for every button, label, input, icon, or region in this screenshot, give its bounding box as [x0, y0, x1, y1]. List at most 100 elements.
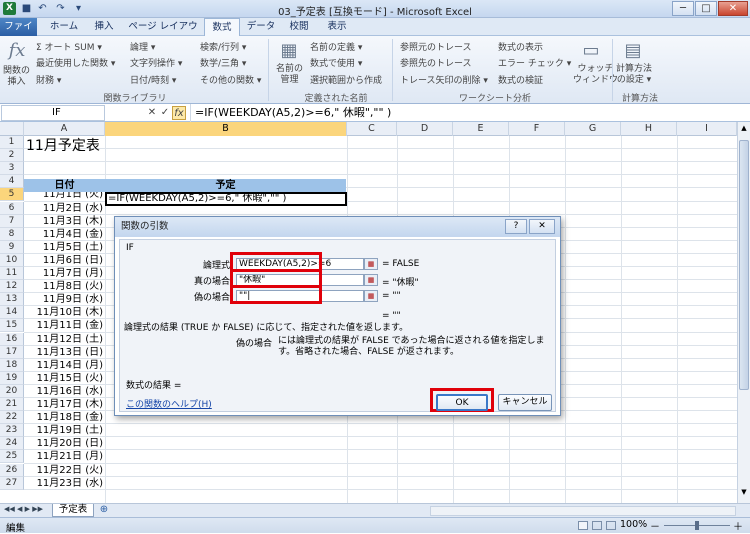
tab-data[interactable]: データ [243, 18, 279, 36]
create-from-selection-button[interactable]: 選択範囲から作成 [310, 73, 382, 86]
zoom-slider-thumb[interactable] [695, 521, 699, 530]
scrollbar-thumb[interactable] [739, 140, 749, 390]
logical-button[interactable]: 論理 ▾ [130, 40, 155, 53]
date-cell[interactable]: 11月19日 (土) [24, 424, 105, 437]
define-name-button[interactable]: 名前の定義 ▾ [310, 40, 362, 53]
tab-page-layout[interactable]: ページ レイアウト [124, 18, 202, 50]
active-cell-b5[interactable]: =IF(WEEKDAY(A5,2)>=6," 休暇","" ) [105, 192, 347, 206]
zoom-out-button[interactable]: － [650, 518, 660, 533]
row-header[interactable]: 14 [0, 306, 24, 320]
row-header[interactable]: 1 [0, 136, 24, 150]
row-header[interactable]: 24 [0, 437, 24, 451]
date-cell[interactable]: 11月17日 (木) [24, 398, 105, 411]
zoom-in-button[interactable]: ＋ [733, 518, 743, 533]
help-link[interactable]: この関数のヘルプ(H) [126, 397, 212, 410]
row-header[interactable]: 22 [0, 411, 24, 425]
date-cell[interactable]: 11月22日 (火) [24, 464, 105, 477]
collapse-dialog-icon[interactable]: ▦ [364, 258, 378, 270]
date-cell[interactable]: 11月21日 (月) [24, 450, 105, 463]
dialog-help-button[interactable]: ? [505, 219, 527, 234]
row-header[interactable]: 13 [0, 293, 24, 307]
header-date[interactable]: 日付 [24, 179, 105, 192]
zoom-level[interactable]: 100% [620, 519, 647, 530]
date-cell[interactable]: 11月9日 (水) [24, 293, 105, 306]
calc-options-button[interactable]: 計算方法 の設定 ▾ [616, 64, 652, 86]
remove-arrows-button[interactable]: トレース矢印の削除 ▾ [400, 73, 488, 86]
ok-button[interactable]: OK [436, 394, 488, 411]
date-cell[interactable]: 11月23日 (水) [24, 477, 105, 490]
date-cell[interactable]: 11月20日 (日) [24, 437, 105, 450]
date-cell[interactable]: 11月10日 (木) [24, 306, 105, 319]
page-layout-view-icon[interactable] [592, 521, 602, 530]
row-header[interactable]: 27 [0, 476, 24, 490]
dialog-close-button[interactable]: ✕ [529, 219, 555, 234]
date-cell[interactable]: 11月3日 (木) [24, 215, 105, 228]
column-header[interactable]: H [621, 122, 677, 136]
row-header[interactable]: 25 [0, 450, 24, 464]
new-sheet-icon[interactable]: ⊕ [96, 504, 112, 517]
date-cell[interactable]: 11月15日 (火) [24, 372, 105, 385]
tab-home[interactable]: ホーム [44, 18, 84, 36]
insert-function-icon[interactable]: fx [4, 40, 30, 61]
column-header[interactable]: D [397, 122, 453, 136]
error-checking-button[interactable]: エラー チェック ▾ [498, 56, 571, 69]
date-cell[interactable]: 11月18日 (金) [24, 411, 105, 424]
show-formulas-button[interactable]: 数式の表示 [498, 40, 543, 53]
row-header[interactable]: 15 [0, 319, 24, 333]
row-header[interactable]: 12 [0, 280, 24, 294]
tab-view[interactable]: 表示 [319, 18, 355, 36]
sheet-tab-active[interactable]: 予定表 [52, 504, 94, 517]
vertical-scrollbar[interactable]: ▲ ▼ [737, 122, 750, 503]
watch-window-icon[interactable]: ▭ [576, 40, 606, 61]
row-header[interactable]: 26 [0, 463, 24, 477]
insert-function-button[interactable]: 関数の 挿入 [3, 66, 30, 88]
row-header[interactable]: 19 [0, 371, 24, 385]
row-header[interactable]: 23 [0, 424, 24, 438]
column-header[interactable]: B [105, 122, 347, 136]
sheet-title-cell[interactable]: 11月予定表 [26, 138, 100, 154]
date-cell[interactable]: 11月7日 (月) [24, 267, 105, 280]
column-header[interactable]: E [453, 122, 509, 136]
lookup-button[interactable]: 検索/行列 ▾ [200, 40, 246, 53]
date-cell[interactable]: 11月5日 (土) [24, 241, 105, 254]
row-header[interactable]: 9 [0, 240, 24, 254]
evaluate-formula-button[interactable]: 数式の検証 [498, 73, 543, 86]
sheet-nav-icons[interactable]: ◀◀ ◀ ▶ ▶▶ [4, 505, 43, 513]
row-header[interactable]: 21 [0, 398, 24, 412]
math-button[interactable]: 数学/三角 ▾ [200, 56, 246, 69]
datetime-button[interactable]: 日付/時刻 ▾ [130, 73, 176, 86]
column-header[interactable]: A [24, 122, 105, 136]
trace-dependents-button[interactable]: 参照先のトレース [400, 56, 472, 69]
row-header[interactable]: 7 [0, 214, 24, 228]
date-cell[interactable]: 11月11日 (金) [24, 319, 105, 332]
enter-icon[interactable]: ✓ [159, 106, 171, 120]
recent-functions-button[interactable]: 最近使用した関数 ▾ [36, 56, 115, 69]
row-header[interactable]: 8 [0, 227, 24, 241]
minimize-button[interactable]: ─ [672, 1, 694, 16]
date-cell[interactable]: 11月12日 (土) [24, 333, 105, 346]
name-manager-button[interactable]: 名前の 管理 [276, 64, 303, 86]
column-header[interactable]: G [565, 122, 621, 136]
row-header[interactable]: 3 [0, 162, 24, 176]
row-header[interactable]: 11 [0, 267, 24, 281]
tab-file[interactable]: ファイル [0, 18, 37, 50]
horizontal-scrollbar[interactable] [430, 506, 736, 516]
name-manager-icon[interactable]: ▦ [276, 40, 302, 61]
row-header[interactable]: 6 [0, 201, 24, 215]
calc-options-icon[interactable]: ▤ [620, 40, 646, 61]
financial-button[interactable]: 財務 ▾ [36, 73, 61, 86]
row-header[interactable]: 17 [0, 345, 24, 359]
header-plan[interactable]: 予定 [105, 179, 346, 192]
column-header[interactable]: C [347, 122, 397, 136]
date-cell[interactable]: 11月2日 (水) [24, 202, 105, 215]
date-cell[interactable]: 11月6日 (日) [24, 254, 105, 267]
text-functions-button[interactable]: 文字列操作 ▾ [130, 56, 182, 69]
more-functions-button[interactable]: その他の関数 ▾ [200, 73, 261, 86]
row-header[interactable]: 5 [0, 188, 24, 202]
normal-view-icon[interactable] [578, 521, 588, 530]
use-in-formula-button[interactable]: 数式で使用 ▾ [310, 56, 362, 69]
date-cell[interactable]: 11月8日 (火) [24, 280, 105, 293]
date-cell[interactable]: 11月13日 (日) [24, 346, 105, 359]
formula-input[interactable]: =IF(WEEKDAY(A5,2)>=6," 休暇","" ) [190, 104, 750, 122]
collapse-dialog-icon[interactable]: ▦ [364, 274, 378, 286]
